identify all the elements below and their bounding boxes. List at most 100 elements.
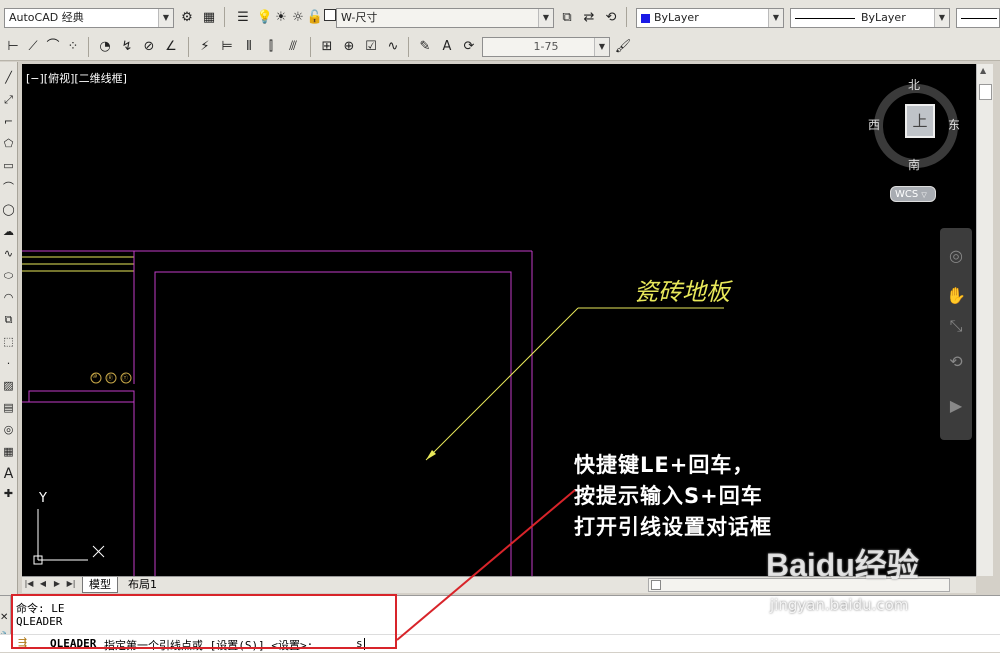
tolerance-icon[interactable]: ⊞ bbox=[318, 38, 336, 56]
chevron-down-icon: ▽ bbox=[921, 191, 927, 199]
polyline-icon[interactable]: ⌐ bbox=[0, 114, 17, 130]
center-mark-icon[interactable]: ⊕ bbox=[340, 38, 358, 56]
toolbar-divider bbox=[408, 37, 409, 57]
door-frame bbox=[28, 390, 135, 403]
compass-east[interactable]: 东 bbox=[948, 116, 960, 133]
dim-break-icon[interactable]: ⫻ bbox=[284, 38, 302, 56]
scroll-thumb[interactable] bbox=[651, 580, 661, 590]
lineweight-sample-icon bbox=[961, 17, 997, 19]
radius-dim-icon[interactable]: ◔ bbox=[96, 38, 114, 56]
prev-tab-icon[interactable]: ◀ bbox=[38, 578, 48, 590]
rectangle-icon[interactable]: ▭ bbox=[0, 158, 17, 174]
region-icon[interactable]: ◎ bbox=[0, 422, 17, 438]
leader-text: 瓷砖地板 bbox=[634, 278, 730, 306]
quick-dim-icon[interactable]: ⚡ bbox=[196, 38, 214, 56]
point-icon[interactable]: · bbox=[0, 356, 17, 372]
sun-icon[interactable]: ☀ bbox=[272, 9, 290, 27]
spline-icon[interactable]: ∿ bbox=[0, 246, 17, 262]
toolbar-divider bbox=[188, 37, 189, 57]
tab-model[interactable]: 模型 bbox=[82, 577, 118, 593]
linear-dim-icon[interactable]: ⊢ bbox=[4, 38, 22, 56]
insert-block-icon[interactable]: ⧉ bbox=[0, 312, 17, 328]
angular-dim-icon[interactable]: ∠ bbox=[162, 38, 180, 56]
table-icon[interactable]: ▦ bbox=[0, 444, 17, 460]
vertical-scrollbar[interactable]: ▲ bbox=[976, 64, 993, 576]
aligned-dim-icon[interactable]: ⟋ bbox=[24, 38, 42, 56]
toolbar-divider bbox=[224, 7, 225, 27]
tab-layout1[interactable]: 布局1 bbox=[122, 577, 163, 592]
scroll-thumb[interactable] bbox=[979, 84, 992, 100]
dim-edit-icon[interactable]: ✎ bbox=[416, 38, 434, 56]
diameter-dim-icon[interactable]: ⊘ bbox=[140, 38, 158, 56]
arc-icon[interactable]: ⌒ bbox=[0, 180, 17, 196]
drawing-canvas[interactable]: [−][俯视][二维线框] Y ⑩ Ⓡ Ⓣ 瓷砖地板 快捷键LE+回车， 按提示… bbox=[22, 64, 976, 576]
multiline-text-icon[interactable]: A bbox=[0, 466, 17, 482]
toolbar-standard: AutoCAD 经典 ▼ ⚙ ▦ ☰ 💡 ☀ ☼ 🔓 W-尺寸 ▼ ⧉ ⇄ ⟲ … bbox=[0, 0, 1000, 35]
next-tab-icon[interactable]: ▶ bbox=[52, 578, 62, 590]
ordinate-dim-icon[interactable]: ⁘ bbox=[64, 38, 82, 56]
close-icon[interactable]: ✕ bbox=[0, 612, 8, 623]
dimstyle-value: 1-75 bbox=[533, 40, 559, 53]
chevron-down-icon: ▼ bbox=[158, 9, 173, 27]
construction-line-icon[interactable]: ⤢ bbox=[0, 92, 17, 108]
scroll-up-icon[interactable]: ▲ bbox=[980, 66, 986, 75]
watermark: Baidu经验 jingyan.baidu.com bbox=[766, 540, 966, 620]
baseline-dim-icon[interactable]: ⊨ bbox=[218, 38, 236, 56]
dim-text-edit-icon[interactable]: A bbox=[438, 38, 456, 56]
workspace-value: AutoCAD 经典 bbox=[9, 11, 84, 24]
inspect-icon[interactable]: ☑ bbox=[362, 38, 380, 56]
jogged-linear-icon[interactable]: ∿ bbox=[384, 38, 402, 56]
add-selected-icon[interactable]: ✚ bbox=[0, 486, 17, 502]
room-outline bbox=[154, 271, 512, 576]
make-block-icon[interactable]: ⬚ bbox=[0, 334, 17, 350]
lineweight-dropdown[interactable] bbox=[956, 8, 1000, 28]
jogged-dim-icon[interactable]: ↯ bbox=[118, 38, 136, 56]
chevron-down-icon: ▼ bbox=[594, 38, 609, 56]
zoom-icon[interactable]: ⤡ bbox=[946, 316, 966, 336]
dimstyle-dropdown[interactable]: 1-75 ▼ bbox=[482, 37, 610, 57]
workspace-settings-icon[interactable]: ▦ bbox=[200, 9, 218, 27]
last-tab-icon[interactable]: ▶| bbox=[66, 578, 76, 590]
wcs-menu[interactable]: WCS ▽ bbox=[890, 186, 936, 202]
layer-state-icon[interactable]: ⧉ bbox=[558, 9, 576, 27]
gradient-icon[interactable]: ▤ bbox=[0, 400, 17, 416]
viewcube-top-face[interactable]: 上 bbox=[905, 104, 935, 138]
dim-update-icon[interactable]: ⟳ bbox=[460, 38, 478, 56]
navigation-bar: ◎ ✋ ⤡ ⟲ ▶ bbox=[940, 228, 972, 440]
drawing-geometry bbox=[22, 250, 724, 576]
circle-icon[interactable]: ◯ bbox=[0, 202, 17, 218]
ellipse-icon[interactable]: ⬭ bbox=[0, 268, 17, 284]
dim-space-icon[interactable]: ⫿ bbox=[262, 38, 280, 56]
layer-match-icon[interactable]: ⇄ bbox=[580, 9, 598, 27]
showmotion-icon[interactable]: ▶ bbox=[946, 396, 966, 416]
workspace-dropdown[interactable]: AutoCAD 经典 ▼ bbox=[4, 8, 174, 28]
layer-manager-icon[interactable]: ☰ bbox=[234, 9, 252, 27]
layer-previous-icon[interactable]: ⟲ bbox=[602, 9, 620, 27]
compass-south[interactable]: 南 bbox=[908, 156, 920, 173]
first-tab-icon[interactable]: |◀ bbox=[24, 578, 34, 590]
command-highlight-box bbox=[11, 594, 397, 649]
orbit-icon[interactable]: ⟲ bbox=[946, 352, 966, 372]
compass-north[interactable]: 北 bbox=[908, 76, 920, 93]
linetype-dropdown[interactable]: ByLayer ▼ bbox=[790, 8, 950, 28]
dimstyle-manager-icon[interactable]: 🖌 bbox=[614, 38, 632, 56]
color-dropdown[interactable]: ByLayer ▼ bbox=[636, 8, 784, 28]
ellipse-arc-icon[interactable]: ◠ bbox=[0, 290, 17, 306]
continue-dim-icon[interactable]: ⫴ bbox=[240, 38, 258, 56]
symbol-label: ⑩ bbox=[92, 373, 98, 380]
color-value: ByLayer bbox=[654, 11, 699, 24]
steering-wheel-icon[interactable]: ◎ bbox=[946, 246, 966, 266]
compass-west[interactable]: 西 bbox=[868, 116, 880, 133]
linetype-value: ByLayer bbox=[861, 11, 906, 24]
color-swatch-icon bbox=[641, 13, 650, 23]
sun-icon[interactable]: ☼ bbox=[289, 9, 307, 27]
polygon-icon[interactable]: ⬠ bbox=[0, 136, 17, 152]
line-icon[interactable]: ╱ bbox=[0, 70, 17, 86]
leader-line bbox=[425, 307, 579, 461]
arc-length-icon[interactable]: ⌒ bbox=[44, 38, 62, 56]
hatch-icon[interactable]: ▨ bbox=[0, 378, 17, 394]
pan-hand-icon[interactable]: ✋ bbox=[946, 286, 966, 306]
revision-cloud-icon[interactable]: ☁ bbox=[0, 224, 17, 240]
gear-icon[interactable]: ⚙ bbox=[178, 9, 196, 27]
layer-dropdown[interactable]: W-尺寸 ▼ bbox=[336, 8, 554, 28]
